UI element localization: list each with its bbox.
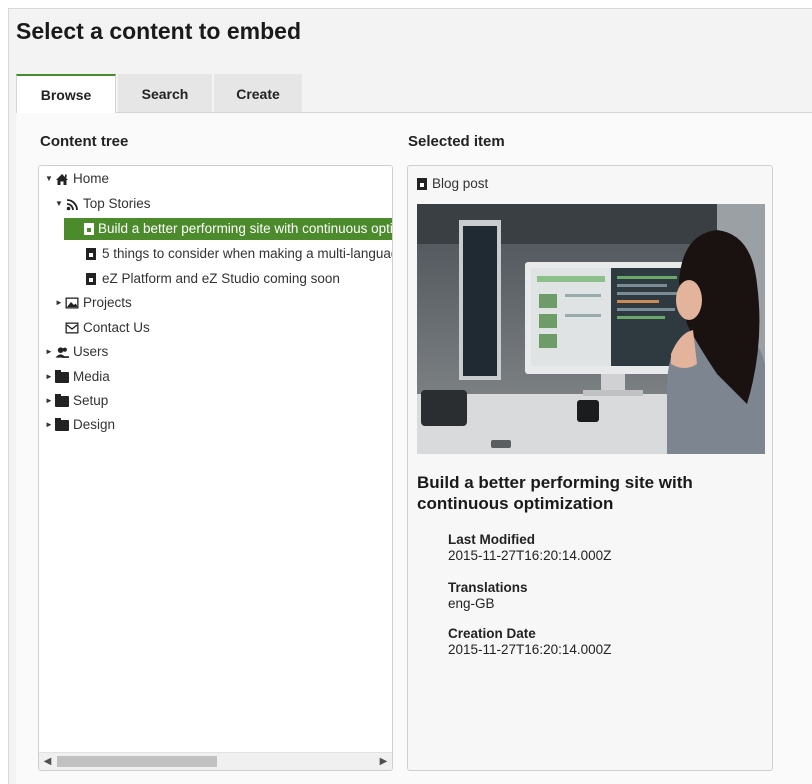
collapse-arrow-icon[interactable]: ► <box>43 390 55 412</box>
tree-item-label: Home <box>73 171 110 186</box>
content-tree[interactable]: ▼ Home ▼ Top Stories Build a better perf… <box>38 165 393 771</box>
browse-panel: Content tree Selected item ▼ Home ▼ Top … <box>16 112 812 784</box>
document-icon <box>84 272 98 286</box>
preview-image <box>417 204 765 454</box>
tab-create[interactable]: Create <box>214 74 302 112</box>
collapse-arrow-icon[interactable]: ► <box>43 341 55 363</box>
tree-item-media[interactable]: ► Media <box>43 366 110 388</box>
meta-value: 2015-11-27T16:20:14.000Z <box>448 642 612 657</box>
collapse-arrow-icon[interactable]: ► <box>43 366 55 388</box>
meta-translations: Translations eng-GB <box>448 580 528 612</box>
document-icon <box>84 247 98 261</box>
tab-browse[interactable]: Browse <box>16 74 116 113</box>
meta-creation-date: Creation Date 2015-11-27T16:20:14.000Z <box>448 626 611 658</box>
content-type-label: Blog post <box>432 176 489 191</box>
scroll-right-icon[interactable]: ▶ <box>375 753 392 770</box>
tree-item-top-stories[interactable]: ▼ Top Stories <box>53 193 151 215</box>
tree-item-label: eZ Platform and eZ Studio coming soon <box>102 271 340 286</box>
collapse-arrow-icon[interactable]: ► <box>43 414 55 436</box>
meta-last-modified: Last Modified 2015-11-27T16:20:14.000Z <box>448 532 611 564</box>
tab-search[interactable]: Search <box>118 74 212 112</box>
tree-item-label: Design <box>73 417 116 432</box>
content-type: Blog post <box>417 176 488 191</box>
tree-item-label: 5 things to consider when making a multi… <box>102 246 392 261</box>
tree-item-article[interactable]: eZ Platform and eZ Studio coming soon <box>84 268 340 290</box>
rss-icon <box>65 197 79 211</box>
meta-value: 2015-11-27T16:20:14.000Z <box>448 548 612 563</box>
users-icon <box>55 345 69 359</box>
expand-arrow-icon[interactable]: ▼ <box>43 168 55 190</box>
envelope-icon <box>65 321 79 335</box>
tree-item-setup[interactable]: ► Setup <box>43 390 108 412</box>
tab-bar: Browse Search Create <box>16 74 304 113</box>
tree-item-contact-us[interactable]: Contact Us <box>65 317 150 339</box>
document-icon <box>417 177 427 190</box>
meta-label: Last Modified <box>448 532 535 547</box>
tree-item-article[interactable]: 5 things to consider when making a multi… <box>84 243 392 265</box>
dialog-title: Select a content to embed <box>16 18 302 44</box>
content-tree-heading: Content tree <box>40 133 129 150</box>
folder-icon <box>55 369 69 384</box>
selected-item-title: Build a better performing site with cont… <box>417 473 693 513</box>
selected-item-panel: Blog post Build a better performing site… <box>407 165 773 771</box>
home-icon <box>55 172 69 186</box>
tree-item-projects[interactable]: ► Projects <box>53 292 132 314</box>
tree-item-label: Projects <box>83 295 132 310</box>
tree-item-label: Contact Us <box>83 320 150 335</box>
tree-item-article-selected[interactable]: Build a better performing site with cont… <box>64 218 393 240</box>
tree-item-label: Build a better performing site with cont… <box>98 221 393 236</box>
scrollbar-thumb[interactable] <box>57 756 217 767</box>
expand-arrow-icon[interactable]: ▼ <box>53 193 65 215</box>
tree-item-home[interactable]: ▼ Home <box>43 168 109 190</box>
document-icon <box>84 222 94 236</box>
folder-icon <box>55 393 69 408</box>
tree-item-label: Setup <box>73 393 109 408</box>
folder-icon <box>55 417 69 432</box>
collapse-arrow-icon[interactable]: ► <box>53 292 65 314</box>
selected-item-heading: Selected item <box>408 133 505 150</box>
tree-item-design[interactable]: ► Design <box>43 414 115 436</box>
meta-label: Creation Date <box>448 626 536 641</box>
tree-item-label: Users <box>73 344 109 359</box>
horizontal-scrollbar[interactable]: ◀ ▶ <box>39 752 392 770</box>
tree-item-label: Media <box>73 369 110 384</box>
meta-value: eng-GB <box>448 596 495 611</box>
image-gallery-icon <box>65 296 79 310</box>
meta-label: Translations <box>448 580 528 595</box>
scroll-left-icon[interactable]: ◀ <box>39 753 56 770</box>
tree-item-users[interactable]: ► Users <box>43 341 108 363</box>
tree-item-label: Top Stories <box>83 196 151 211</box>
